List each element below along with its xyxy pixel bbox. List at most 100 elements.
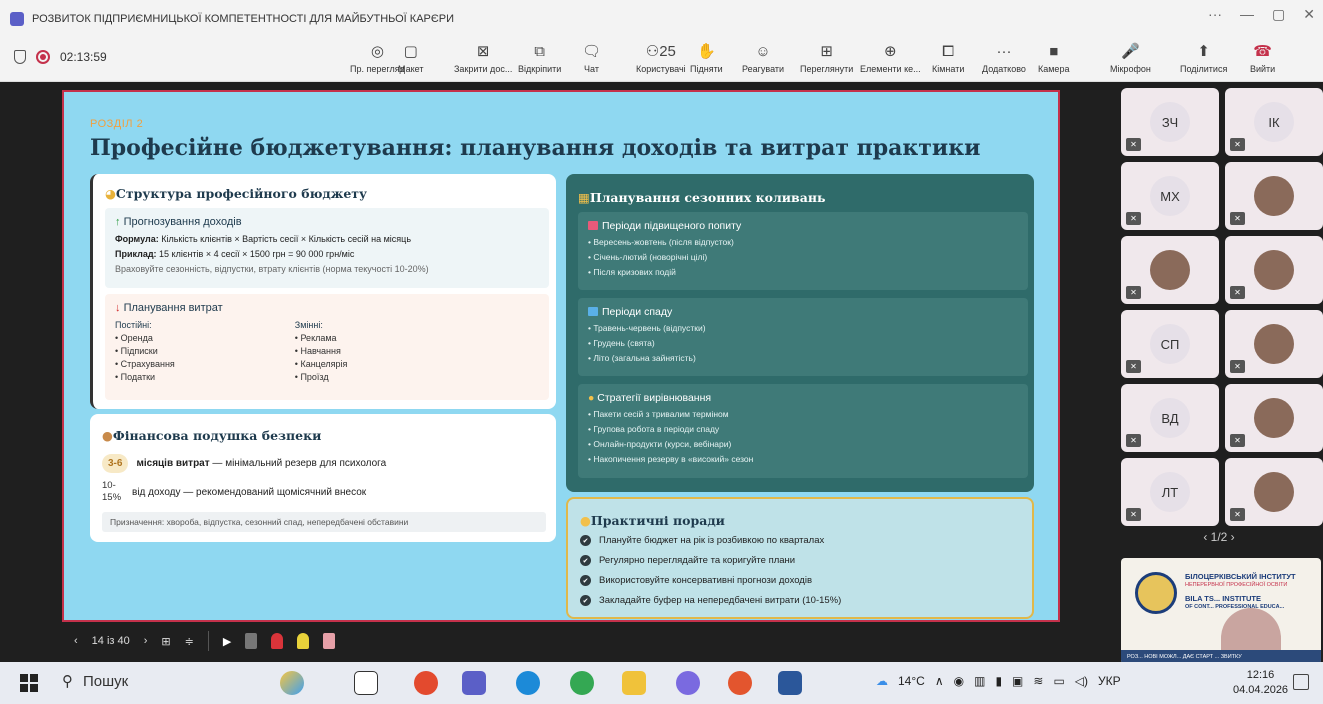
pointer-tool-icon[interactable]: ▶ xyxy=(223,635,231,648)
avatar: ЛТ xyxy=(1150,472,1190,512)
toolbar-view-button[interactable]: ⊞ Переглянути xyxy=(800,42,853,74)
clock[interactable]: 12:16 04.04.2026 xyxy=(1233,668,1288,698)
toolbar-rooms-button[interactable]: ⧠ Кімнати xyxy=(932,42,964,74)
toolbar-label: Реагувати xyxy=(742,64,785,74)
mic-muted-icon: ✕ xyxy=(1230,138,1245,151)
weather-temp[interactable]: 14°C xyxy=(898,674,925,688)
participant-tile[interactable]: ✕ xyxy=(1225,310,1323,378)
participant-tile[interactable]: ЗЧ ✕ xyxy=(1121,88,1219,156)
eraser-icon[interactable] xyxy=(323,633,336,649)
layout-icon: ▢ xyxy=(403,43,418,60)
viber-icon[interactable] xyxy=(676,671,700,695)
close-icon[interactable]: ✕ xyxy=(1303,6,1315,23)
participant-tile[interactable]: СП ✕ xyxy=(1121,310,1219,378)
participant-tile[interactable]: ✕ xyxy=(1225,458,1323,526)
participant-tile[interactable]: ВД ✕ xyxy=(1121,384,1219,452)
mic-muted-icon: ✕ xyxy=(1230,508,1245,521)
task-view-icon[interactable] xyxy=(354,671,378,695)
formula-line: Формула: Кількість клієнтів × Вартість с… xyxy=(115,234,412,244)
tip-item: ✔ Використовуйте консервативні прогнози д… xyxy=(580,575,841,586)
toolbar-label: Камера xyxy=(1038,64,1070,74)
toolbar-leave-button[interactable]: ☎ Вийти xyxy=(1250,42,1275,74)
wifi-icon[interactable]: ≋ xyxy=(1033,674,1043,688)
institute-logo xyxy=(1135,572,1177,614)
expense-heading: ↓ Планування витрат xyxy=(115,302,223,314)
file-explorer-icon[interactable] xyxy=(622,671,646,695)
tray-icon[interactable]: ▥ xyxy=(974,674,985,688)
participant-tile[interactable]: ✕ xyxy=(1121,236,1219,304)
toolbar-eye-button[interactable]: ◎ Пр. перегляд xyxy=(350,42,405,74)
maximize-icon[interactable]: ▢ xyxy=(1272,6,1285,23)
toolbar-raise-hand-button[interactable]: ✋ Підняти xyxy=(690,42,723,74)
highlighter-icon[interactable] xyxy=(297,633,310,649)
prev-slide-icon[interactable]: ‹ xyxy=(74,635,78,647)
teams-icon[interactable] xyxy=(462,671,486,695)
participant-tile[interactable]: ЛТ ✕ xyxy=(1121,458,1219,526)
notifications-icon[interactable] xyxy=(1293,674,1309,690)
record-icon[interactable]: ◉ xyxy=(954,674,964,688)
check-icon: ✔ xyxy=(580,535,591,546)
minimize-icon[interactable]: — xyxy=(1240,6,1254,23)
tips-heading: ●Практичні поради xyxy=(580,513,725,528)
avatar xyxy=(1150,250,1190,290)
language-indicator[interactable]: УКР xyxy=(1098,674,1121,688)
grid-view-icon[interactable]: ⊞ xyxy=(161,635,170,648)
pen-tool-icon[interactable] xyxy=(245,633,258,649)
chevron-up-icon[interactable]: ∧ xyxy=(935,674,944,688)
shield-icon xyxy=(14,50,26,64)
mic-muted-icon: ✕ xyxy=(1230,360,1245,373)
window-title: РОЗВИТОК ПІДПРИЄМНИЦЬКОЇ КОМПЕТЕНТНОСТІ … xyxy=(32,13,455,25)
list-item: Онлайн-продукти (курси, вебінари) xyxy=(588,439,1018,449)
participant-tile[interactable]: ✕ xyxy=(1225,162,1323,230)
chrome-profile-icon[interactable] xyxy=(570,671,594,695)
variable-costs-column: Змінні: Реклама Навчання Канцелярія Прої… xyxy=(295,320,348,385)
next-slide-icon[interactable]: › xyxy=(144,635,148,647)
toolbar-unpin-button[interactable]: ⧉ Відкріпити xyxy=(518,42,561,74)
practical-tips-card: ●Практичні поради ✔ Плануйте бюджет на рі… xyxy=(566,497,1034,619)
toolbar-camera-button[interactable]: ■ Камера xyxy=(1038,42,1069,74)
more-options-icon[interactable]: ··· xyxy=(1208,6,1222,23)
presenter-video[interactable]: БІЛОЦЕРКІВСЬКИЙ ІНСТИТУТ НЕПЕРЕРВНОЇ ПРО… xyxy=(1121,558,1321,664)
battery-icon[interactable]: ▭ xyxy=(1053,674,1064,688)
toolbar-react-button[interactable]: ☺ Реагувати xyxy=(742,42,784,74)
mic-tray-icon[interactable]: ▮ xyxy=(995,674,1002,688)
toolbar-apps-button[interactable]: ⊕ Елементи ке... xyxy=(860,42,921,74)
edge-icon[interactable] xyxy=(516,671,540,695)
avatar xyxy=(1254,250,1294,290)
word-icon[interactable] xyxy=(778,671,802,695)
chart-down-icon xyxy=(588,307,598,316)
participant-tile[interactable]: МХ ✕ xyxy=(1121,162,1219,230)
toolbar-share-button[interactable]: ⬆ Поділитися xyxy=(1180,42,1227,74)
volume-icon[interactable]: ◁) xyxy=(1075,674,1088,688)
pie-chart-icon: ◕ xyxy=(105,186,116,201)
seasonal-heading: ▦Планування сезонних коливань xyxy=(578,190,826,205)
toolbar-mic-button[interactable]: 🎤 Мікрофон xyxy=(1110,42,1151,74)
participant-tile[interactable]: ✕ xyxy=(1225,236,1323,304)
chrome-alt-icon[interactable] xyxy=(728,671,752,695)
meeting-timer: 02:13:59 xyxy=(60,50,107,64)
toolbar-more-button[interactable]: ··· Додатково xyxy=(982,42,1026,74)
toolbar-label: Відкріпити xyxy=(518,64,562,74)
participant-tile[interactable]: ✕ xyxy=(1225,384,1323,452)
toolbar-people-button[interactable]: ⚇25 Користувачі xyxy=(636,42,686,74)
weather-icon[interactable]: ☁ xyxy=(876,674,888,688)
taskbar-search[interactable]: ⚲ Пошук xyxy=(62,672,128,691)
mic-muted-icon: ✕ xyxy=(1126,508,1141,521)
red-pen-icon[interactable] xyxy=(271,633,284,649)
list-item: Січень-лютий (новорічні цілі) xyxy=(588,252,1018,262)
settings-sliders-icon[interactable]: ≑ xyxy=(185,635,194,648)
participants-pager[interactable]: ‹ 1/2 › xyxy=(1115,530,1323,544)
screen-icon[interactable]: ▣ xyxy=(1012,674,1023,688)
copilot-icon[interactable] xyxy=(280,671,304,695)
list-item: Страхування xyxy=(115,359,175,369)
leave-icon: ☎ xyxy=(1253,43,1272,60)
chrome-icon[interactable] xyxy=(414,671,438,695)
toolbar-layout-button[interactable]: ▢ Макет xyxy=(398,42,423,74)
participant-tile[interactable]: ІК ✕ xyxy=(1225,88,1323,156)
chart-up-icon xyxy=(588,221,598,230)
windows-start-icon[interactable] xyxy=(20,674,38,692)
toolbar-chat-button[interactable]: 🗨 Чат xyxy=(582,42,601,74)
title-bar: РОЗВИТОК ПІДПРИЄМНИЦЬКОЇ КОМПЕТЕНТНОСТІ … xyxy=(0,0,1323,38)
avatar xyxy=(1254,398,1294,438)
toolbar-close-share-button[interactable]: ⊠ Закрити дос... xyxy=(454,42,512,74)
